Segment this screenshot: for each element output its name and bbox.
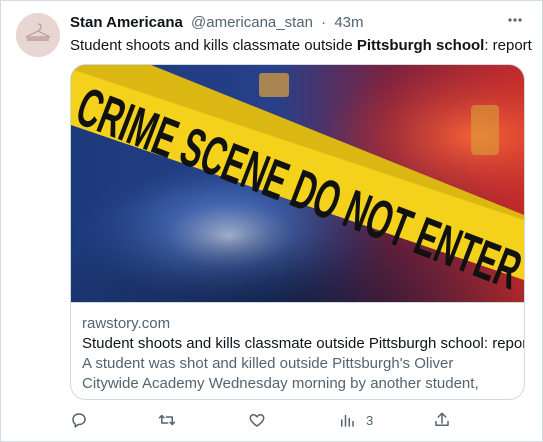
card-title: Student shoots and kills classmate outsi… xyxy=(82,335,525,352)
card-description: A student was shot and killed outside Pi… xyxy=(82,355,479,392)
reply-button[interactable] xyxy=(70,408,88,432)
retweet-button[interactable] xyxy=(158,408,176,432)
views-button[interactable]: 3 xyxy=(338,408,373,432)
card-image[interactable]: CRIME SCENE DO NOT ENTER xyxy=(71,65,524,303)
timestamp[interactable]: 43m xyxy=(334,14,363,31)
tweet-text-end: : report xyxy=(484,37,532,54)
reply-icon xyxy=(72,413,86,428)
separator: · xyxy=(321,14,327,31)
card-domain: rawstory.com xyxy=(82,315,171,332)
action-bar: 3 xyxy=(70,408,520,432)
author-name[interactable]: Stan Americana xyxy=(70,14,183,31)
card-body[interactable]: rawstory.com Student shoots and kills cl… xyxy=(82,314,525,394)
tweet-text-part: Student shoots and kills classmate outsi… xyxy=(70,37,357,54)
link-card[interactable]: CRIME SCENE DO NOT ENTER rawstory.com St… xyxy=(70,64,525,400)
tweet-text-bold: Pittsburgh school xyxy=(356,37,485,54)
avatar[interactable] xyxy=(16,13,60,57)
views-icon xyxy=(341,414,354,427)
share-button[interactable] xyxy=(433,408,451,432)
tweet-text: Student shoots and kills classmate outsi… xyxy=(70,36,532,56)
views-count: 3 xyxy=(366,412,374,428)
heart-icon xyxy=(249,414,265,427)
author-handle[interactable]: @americana_stan xyxy=(191,14,313,31)
tweet-header: Stan Americana @americana_stan · 43m xyxy=(70,13,527,33)
more-options-icon[interactable] xyxy=(505,10,525,30)
retweet-icon xyxy=(158,414,176,426)
share-icon xyxy=(435,412,449,426)
like-button[interactable] xyxy=(248,408,266,432)
